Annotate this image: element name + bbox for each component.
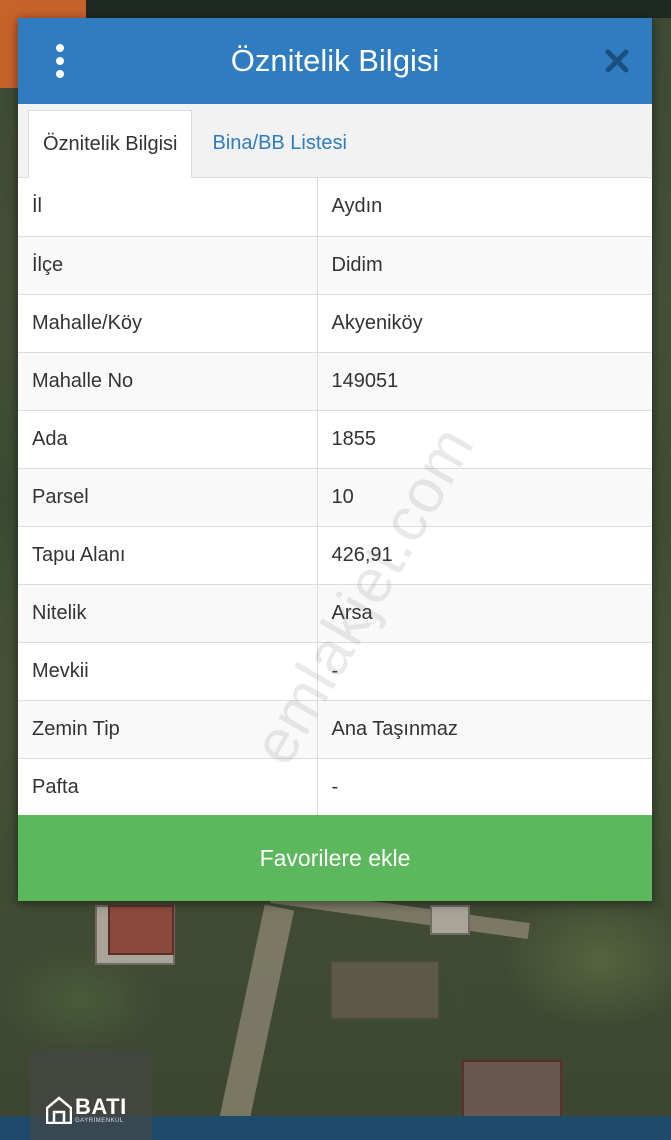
attribute-value: - <box>316 641 652 701</box>
attribute-value: 10 <box>316 467 652 527</box>
attribute-key: Parsel <box>18 467 318 527</box>
attribute-value: Akyeniköy <box>316 293 652 353</box>
attribute-value: Aydın <box>316 178 652 237</box>
table-row: Parsel 10 <box>18 467 652 527</box>
attribute-table: İl Aydın İlçe Didim Mahalle/Köy Akyeniköy Maha… <box>18 178 652 817</box>
house-logo-icon <box>46 1096 72 1124</box>
attribute-value: 149051 <box>316 351 652 411</box>
attribute-value: 1855 <box>316 409 652 469</box>
attribute-value: Ana Taşınmaz <box>316 699 652 759</box>
table-row: Mahalle No 149051 <box>18 351 652 411</box>
top-bar <box>86 0 671 18</box>
logo-name: BATI <box>75 1094 127 1119</box>
table-row: Mahalle/Köy Akyeniköy <box>18 293 652 353</box>
attribute-value: - <box>316 757 652 817</box>
attribute-key: Mahalle No <box>18 351 318 411</box>
attribute-key: Nitelik <box>18 583 318 643</box>
attribute-key: Zemin Tip <box>18 699 318 759</box>
table-row: Nitelik Arsa <box>18 583 652 643</box>
attribute-value: Didim <box>316 235 652 295</box>
attribute-key: İl <box>18 178 318 237</box>
table-row: İl Aydın <box>18 178 652 237</box>
table-row: Ada 1855 <box>18 409 652 469</box>
attribute-key: Ada <box>18 409 318 469</box>
attribute-key: Pafta <box>18 757 318 817</box>
table-row: Tapu Alanı 426,91 <box>18 525 652 585</box>
tab-attribute-info[interactable]: Öznitelik Bilgisi <box>28 110 193 178</box>
attribute-value: Arsa <box>316 583 652 643</box>
modal-tabs: Öznitelik Bilgisi Bina/BB Listesi <box>18 104 652 178</box>
attribute-key: İlçe <box>18 235 318 295</box>
kebab-menu-icon[interactable] <box>48 44 72 78</box>
attribute-key: Mevkii <box>18 641 318 701</box>
attribute-key: Mahalle/Köy <box>18 293 318 353</box>
table-row: İlçe Didim <box>18 235 652 295</box>
table-row: Zemin Tip Ana Taşınmaz <box>18 699 652 759</box>
attribute-key: Tapu Alanı <box>18 525 318 585</box>
close-icon[interactable] <box>602 46 632 76</box>
attribute-value: 426,91 <box>316 525 652 585</box>
table-row: Mevkii - <box>18 641 652 701</box>
logo-subtitle: GAYRİMENKUL <box>75 1118 124 1124</box>
attribute-info-modal: Öznitelik Bilgisi Öznitelik Bilgisi Bina… <box>18 18 652 901</box>
modal-title: Öznitelik Bilgisi <box>230 43 440 78</box>
bati-logo: BATI GAYRİMENKUL <box>30 1050 152 1140</box>
modal-header: Öznitelik Bilgisi <box>18 18 652 104</box>
add-to-favorites-button[interactable]: Favorilere ekle <box>18 815 652 901</box>
tab-building-list[interactable]: Bina/BB Listesi <box>192 109 361 177</box>
table-row: Pafta - <box>18 757 652 817</box>
